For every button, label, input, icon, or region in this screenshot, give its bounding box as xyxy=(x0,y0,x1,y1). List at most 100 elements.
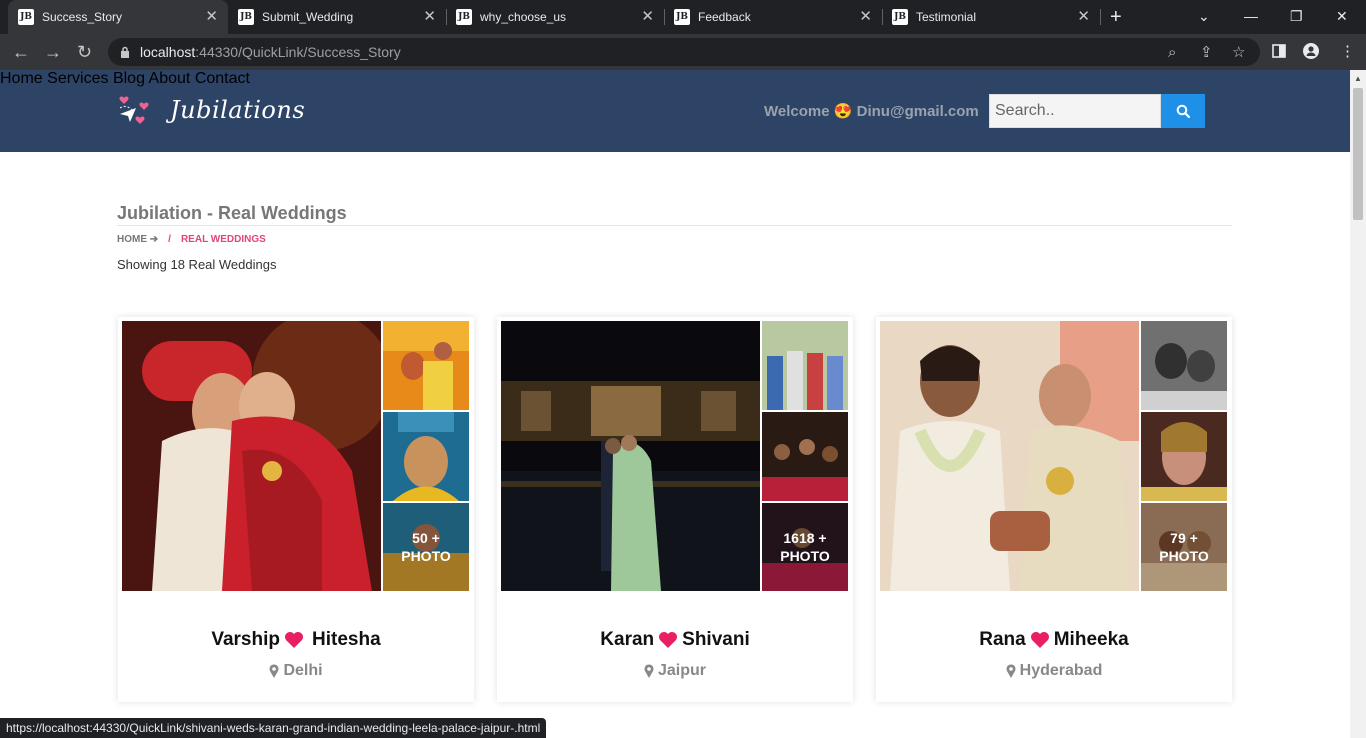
tab-label: Success_Story xyxy=(42,10,123,24)
close-window-icon[interactable]: ✕ xyxy=(1336,6,1348,26)
welcome-message: Welcome 😍 Dinu@gmail.com xyxy=(764,102,979,120)
groom-name: Varship xyxy=(211,629,280,650)
browser-tab-strip: JB Success_Story ✕ JB Submit_Wedding ✕ J… xyxy=(0,0,1366,34)
wedding-thumb[interactable] xyxy=(762,412,848,501)
welcome-prefix: Welcome xyxy=(764,103,830,120)
close-tab-icon[interactable]: ✕ xyxy=(423,9,436,25)
minimize-icon[interactable]: — xyxy=(1244,6,1258,26)
browser-tab-submit-wedding[interactable]: JB Submit_Wedding ✕ xyxy=(228,0,446,34)
jb-favicon-icon: JB xyxy=(892,9,908,25)
map-pin-icon xyxy=(1006,664,1016,678)
restore-icon[interactable]: ❐ xyxy=(1290,6,1303,26)
heart-eyes-emoji-icon: 😍 xyxy=(833,103,853,120)
wedding-card[interactable]: 50 + PHOTO Varship Hitesha Delhi xyxy=(118,317,474,702)
browser-tab-testimonial[interactable]: JB Testimonial ✕ xyxy=(882,0,1100,34)
bride-name: Miheeka xyxy=(1053,629,1129,650)
nav-about[interactable]: About xyxy=(149,70,191,87)
zoom-icon[interactable]: ⌕ xyxy=(1168,45,1176,61)
wedding-thumb-more[interactable]: 79 + PHOTO xyxy=(1141,503,1227,591)
photo-count-overlay: 50 + PHOTO xyxy=(383,503,469,591)
wedding-main-photo[interactable] xyxy=(122,321,381,591)
nav-blog[interactable]: Blog xyxy=(113,70,145,87)
tab-label: Testimonial xyxy=(916,10,977,24)
tab-label: Feedback xyxy=(698,10,751,24)
wedding-card[interactable]: 1618 + PHOTO Karan Shivani Jaipur xyxy=(497,317,853,702)
wedding-thumb[interactable] xyxy=(383,412,469,501)
city-name: Jaipur xyxy=(657,662,706,679)
map-pin-icon xyxy=(644,664,654,678)
jb-favicon-icon: JB xyxy=(18,9,34,25)
reload-icon[interactable]: ↻ xyxy=(77,41,92,63)
main-nav: Home Services Blog About Contact xyxy=(0,70,1350,88)
wedding-main-photo[interactable] xyxy=(501,321,760,591)
site-logo[interactable]: Jubilations xyxy=(118,92,305,128)
browser-tab-success-story[interactable]: JB Success_Story ✕ xyxy=(8,0,228,34)
browser-tab-feedback[interactable]: JB Feedback ✕ xyxy=(664,0,882,34)
city-name: Delhi xyxy=(283,662,323,679)
vertical-scrollbar[interactable]: ▲ xyxy=(1350,70,1366,738)
link-status-bar: https://localhost:44330/QuickLink/shivan… xyxy=(0,718,547,738)
wedding-thumb[interactable] xyxy=(1141,321,1227,410)
jb-favicon-icon: JB xyxy=(674,9,690,25)
city-name: Hyderabad xyxy=(1019,662,1103,679)
tab-search-chevron-icon[interactable]: ⌄ xyxy=(1198,6,1210,26)
profile-icon[interactable] xyxy=(1303,43,1319,59)
tab-divider xyxy=(1100,9,1101,25)
wedding-thumb[interactable] xyxy=(383,321,469,410)
results-count: Showing 18 Real Weddings xyxy=(117,257,277,272)
close-tab-icon[interactable]: ✕ xyxy=(1077,9,1090,25)
wedding-main-photo[interactable] xyxy=(880,321,1139,591)
photo-count-overlay: 1618 + PHOTO xyxy=(762,503,848,591)
couple-names: Rana Miheeka xyxy=(876,629,1232,651)
share-icon[interactable]: ⇪ xyxy=(1200,45,1213,61)
close-tab-icon[interactable]: ✕ xyxy=(205,9,218,25)
page-title: Jubilation - Real Weddings xyxy=(117,203,347,223)
search-input[interactable] xyxy=(989,94,1161,128)
wedding-card[interactable]: 79 + PHOTO Rana Miheeka Hyderabad xyxy=(876,317,1232,702)
browser-tab-why-choose-us[interactable]: JB why_choose_us ✕ xyxy=(446,0,664,34)
photo-count-overlay: 79 + PHOTO xyxy=(1141,503,1227,591)
logo-text: Jubilations xyxy=(170,96,306,124)
search-button[interactable] xyxy=(1161,94,1205,128)
jb-favicon-icon: JB xyxy=(456,9,472,25)
forward-arrow-icon[interactable]: → xyxy=(44,41,62,63)
wedding-thumb-more[interactable]: 1618 + PHOTO xyxy=(762,503,848,591)
side-panel-icon[interactable] xyxy=(1272,44,1286,58)
address-bar[interactable]: localhost:44330/QuickLink/Success_Story … xyxy=(108,38,1260,66)
close-tab-icon[interactable]: ✕ xyxy=(859,9,872,25)
wedding-thumb[interactable] xyxy=(1141,412,1227,501)
breadcrumb-separator: / xyxy=(168,234,171,245)
breadcrumb: HOME ➔ / REAL WEDDINGS xyxy=(117,234,266,245)
map-pin-icon xyxy=(269,664,279,678)
new-tab-plus-icon[interactable]: + xyxy=(1110,6,1122,28)
nav-home[interactable]: Home xyxy=(0,70,43,87)
groom-name: Rana xyxy=(979,629,1026,650)
scroll-up-arrow-icon[interactable]: ▲ xyxy=(1354,74,1362,83)
breadcrumb-home[interactable]: HOME ➔ xyxy=(117,234,158,245)
groom-name: Karan xyxy=(600,629,655,650)
jb-favicon-icon: JB xyxy=(238,9,254,25)
wedding-thumb[interactable] xyxy=(762,321,848,410)
heart-icon xyxy=(285,632,303,648)
heart-icon xyxy=(1030,632,1049,648)
wedding-location: Jaipur xyxy=(497,662,853,680)
wedding-location: Hyderabad xyxy=(876,662,1232,680)
wedding-thumb-more[interactable]: 50 + PHOTO xyxy=(383,503,469,591)
nav-contact[interactable]: Contact xyxy=(195,70,250,87)
bride-name: Shivani xyxy=(682,629,750,650)
menu-kebab-icon[interactable]: ⋮ xyxy=(1340,43,1355,61)
heart-icon xyxy=(659,632,678,648)
tab-label: Submit_Wedding xyxy=(262,10,354,24)
user-email: Dinu@gmail.com xyxy=(856,103,979,120)
nav-services[interactable]: Services xyxy=(47,70,108,87)
arrow-right-icon: ➔ xyxy=(149,234,159,245)
wedding-location: Delhi xyxy=(118,662,474,680)
url-text: localhost:44330/QuickLink/Success_Story xyxy=(140,44,401,60)
scrollbar-thumb[interactable] xyxy=(1353,88,1363,220)
bookmark-star-icon[interactable]: ☆ xyxy=(1232,45,1245,61)
breadcrumb-current: REAL WEDDINGS xyxy=(180,234,266,245)
back-arrow-icon[interactable]: ← xyxy=(12,41,30,63)
tab-label: why_choose_us xyxy=(480,10,567,24)
browser-toolbar: ← → ↻ localhost:44330/QuickLink/Success_… xyxy=(0,34,1366,70)
close-tab-icon[interactable]: ✕ xyxy=(641,9,654,25)
